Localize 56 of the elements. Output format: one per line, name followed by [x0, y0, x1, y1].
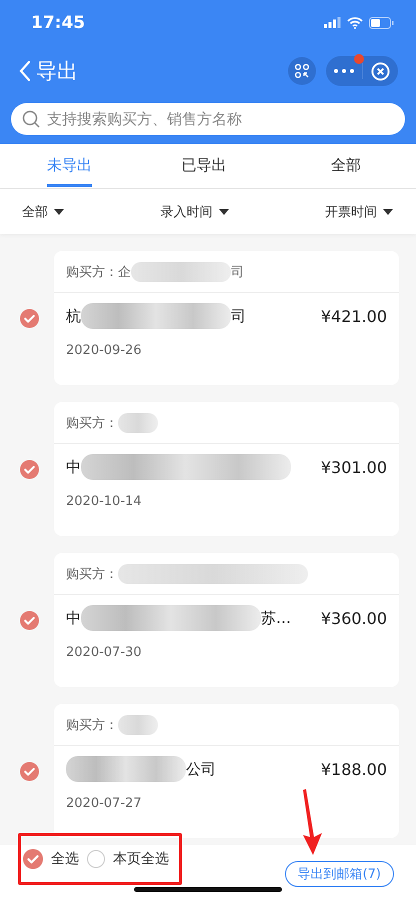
seller-name: 苏…	[261, 608, 291, 628]
invoice-date: 2020-07-30	[66, 645, 142, 660]
invoice-date: 2020-07-27	[66, 796, 142, 811]
back-button[interactable]: 导出	[18, 57, 78, 85]
invoice-card[interactable]: 购买方： 中 苏… ¥360.00 2020-07-30	[54, 553, 399, 687]
wifi-icon	[347, 16, 363, 28]
filter-dropdown[interactable]: 全部	[22, 202, 64, 220]
checked-circle-icon[interactable]	[20, 460, 38, 478]
unchecked-circle[interactable]	[87, 850, 105, 868]
invoice-amount: ¥188.00	[320, 760, 387, 778]
seller-name: 杭	[66, 306, 81, 326]
scan-icon	[294, 63, 310, 79]
select-all-option[interactable]: 全选	[23, 849, 81, 869]
invoice-amount: ¥301.00	[320, 458, 387, 476]
invoice-card[interactable]: 购买方： 公司 ¥188.00 2020-07-27	[54, 704, 399, 838]
invoice-amount: ¥421.00	[320, 306, 387, 326]
search-field[interactable]: 支持搜索购买方、销售方名称	[11, 103, 405, 135]
blurred-text	[118, 714, 158, 734]
invoice-card[interactable]: 购买方：企 司 杭 司 ¥421.00 2020-09-26	[54, 251, 399, 385]
arrow	[300, 789, 324, 855]
filter-dropdown[interactable]: 开票时间	[325, 202, 393, 220]
tab[interactable]: 已导出	[152, 144, 256, 188]
checked-circle-icon[interactable]	[23, 849, 43, 869]
caret-icon	[54, 208, 64, 214]
seller-name: 公司	[186, 760, 216, 778]
buyer-label: 购买方：	[66, 716, 118, 734]
battery-icon	[369, 16, 394, 28]
back-chevron-icon	[18, 60, 32, 82]
status-time: 17:45	[31, 12, 86, 32]
checked-circle-icon[interactable]	[20, 308, 38, 328]
scan-button[interactable]	[288, 57, 316, 85]
checked-circle-icon[interactable]	[20, 610, 38, 630]
select-page-option[interactable]: 本页全选	[87, 850, 171, 868]
buyer-label: 购买方：	[66, 566, 118, 582]
buyer-label: 购买方：	[66, 414, 118, 432]
close-icon	[370, 62, 390, 80]
export-button[interactable]: 导出到邮箱(7)	[284, 860, 394, 886]
seller-name: 中	[66, 458, 81, 476]
filter-dropdown[interactable]: 录入时间	[160, 202, 228, 220]
invoice-date: 2020-09-26	[66, 343, 142, 358]
blurred-text	[118, 412, 158, 432]
search-icon	[22, 110, 40, 128]
caret-icon	[218, 208, 228, 214]
seller-name: 中	[66, 608, 81, 628]
invoice-amount: ¥360.00	[320, 608, 387, 628]
checked-circle-icon[interactable]	[20, 762, 38, 780]
caret-icon	[383, 208, 393, 214]
buyer-label: 购买方：	[66, 264, 118, 280]
seller-name: 司	[231, 306, 246, 326]
tab[interactable]: 全部	[256, 144, 416, 188]
invoice-date: 2020-10-14	[66, 494, 142, 509]
more-icon	[334, 69, 354, 73]
buyer-name: 企	[118, 264, 131, 280]
invoice-card[interactable]: 购买方： 中 ¥301.00 2020-10-14	[54, 402, 399, 536]
buyer-name: 司	[231, 264, 244, 280]
signal-icon	[324, 17, 341, 28]
